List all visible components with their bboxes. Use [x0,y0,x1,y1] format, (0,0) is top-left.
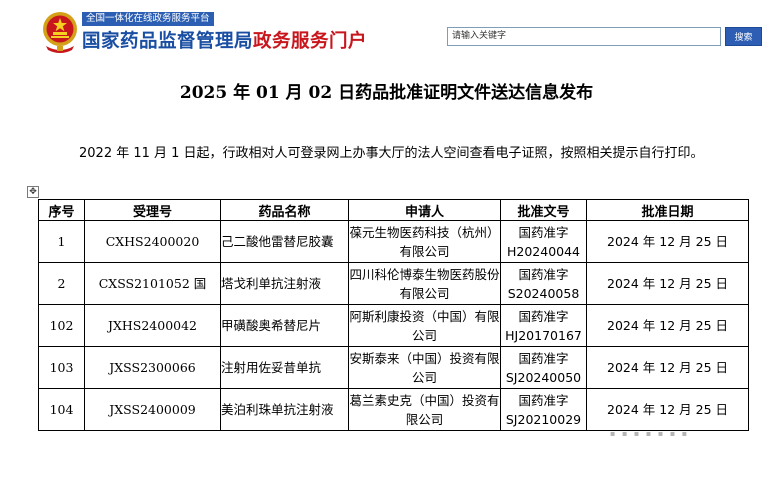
cell-approval-no: 国药准字H20240044 [500,220,587,263]
cell-no: 103 [38,346,85,389]
table-row: 102 JXHS2400042 甲磺酸奥希替尼片 阿斯利康投资（中国）有限公司 … [38,304,749,347]
table-row: 1 CXHS2400020 己二酸他雷替尼胶囊 葆元生物医药科技（杭州）有限公司… [38,220,749,263]
cell-drug-name: 美泊利珠单抗注射液 [220,388,349,431]
cell-approval-date: 2024 年 12 月 25 日 [586,388,749,431]
portal-title[interactable]: 国家药品监督管理局政务服务门户 [82,27,367,53]
cell-approval-date: 2024 年 12 月 25 日 [586,220,749,263]
table-row: 104 JXSS2400009 美泊利珠单抗注射液 葛兰素史克（中国）投资有限公… [38,388,749,431]
cell-applicant: 四川科伦博泰生物医药股份有限公司 [348,262,501,305]
cell-code: CXSS2101052 国 [84,262,221,305]
header-code: 受理号 [84,199,221,221]
cell-approval-no: 国药准字SJ20240050 [500,346,587,389]
header-no: 序号 [38,199,85,221]
table-move-handle-icon[interactable]: ✥ [27,186,39,198]
header-approval-date: 批准日期 [586,199,749,221]
cell-applicant: 阿斯利康投资（中国）有限公司 [348,304,501,347]
cell-no: 102 [38,304,85,347]
cell-approval-date: 2024 年 12 月 25 日 [586,346,749,389]
table-header-row: 序号 受理号 药品名称 申请人 批准文号 批准日期 [38,199,749,221]
table-row: 103 JXSS2300066 注射用佐妥昔单抗 安斯泰来（中国）投资有限公司 … [38,346,749,389]
cell-no: 2 [38,262,85,305]
cell-code: JXHS2400042 [84,304,221,347]
header-drug-name: 药品名称 [220,199,349,221]
faded-artifact: ▪ ▪ ▪ ▪ ▪ ▪ ▪ [610,429,690,438]
cell-no: 1 [38,220,85,263]
cell-applicant: 葛兰素史克（中国）投资有限公司 [348,388,501,431]
cell-code: CXHS2400020 [84,220,221,263]
site-header: 全国一体化在线政务服务平台 国家药品监督管理局政务服务门户 搜索 [0,0,773,62]
approval-table: 序号 受理号 药品名称 申请人 批准文号 批准日期 1 CXHS2400020 … [38,199,749,431]
cell-approval-no: 国药准字SJ20210029 [500,388,587,431]
cell-approval-date: 2024 年 12 月 25 日 [586,262,749,305]
page-title: 2025 年 01 月 02 日药品批准证明文件送达信息发布 [179,83,594,103]
notice-paragraph: 2022 年 11 月 1 日起，行政相对人可登录网上办事大厅的法人空间查看电子… [79,146,704,161]
cell-applicant: 安斯泰来（中国）投资有限公司 [348,346,501,389]
cell-drug-name: 塔戈利单抗注射液 [220,262,349,305]
cell-drug-name: 己二酸他雷替尼胶囊 [220,220,349,263]
portal-title-main: 国家药品监督管理局 [82,31,254,52]
portal-title-accent: 政务服务门户 [253,31,368,52]
cell-no: 104 [38,388,85,431]
header-approval-no: 批准文号 [500,199,587,221]
cell-drug-name: 甲磺酸奥希替尼片 [220,304,349,347]
cell-code: JXSS2300066 [84,346,221,389]
national-emblem-icon [43,12,77,53]
cell-approval-date: 2024 年 12 月 25 日 [586,304,749,347]
search-input[interactable] [447,27,721,46]
cell-applicant: 葆元生物医药科技（杭州）有限公司 [348,220,501,263]
header-applicant: 申请人 [348,199,501,221]
cell-drug-name: 注射用佐妥昔单抗 [220,346,349,389]
cell-code: JXSS2400009 [84,388,221,431]
platform-badge[interactable]: 全国一体化在线政务服务平台 [82,12,214,26]
cell-approval-no: 国药准字S20240058 [500,262,587,305]
table-row: 2 CXSS2101052 国 塔戈利单抗注射液 四川科伦博泰生物医药股份有限公… [38,262,749,305]
search-button[interactable]: 搜索 [725,27,762,46]
cell-approval-no: 国药准字HJ20170167 [500,304,587,347]
